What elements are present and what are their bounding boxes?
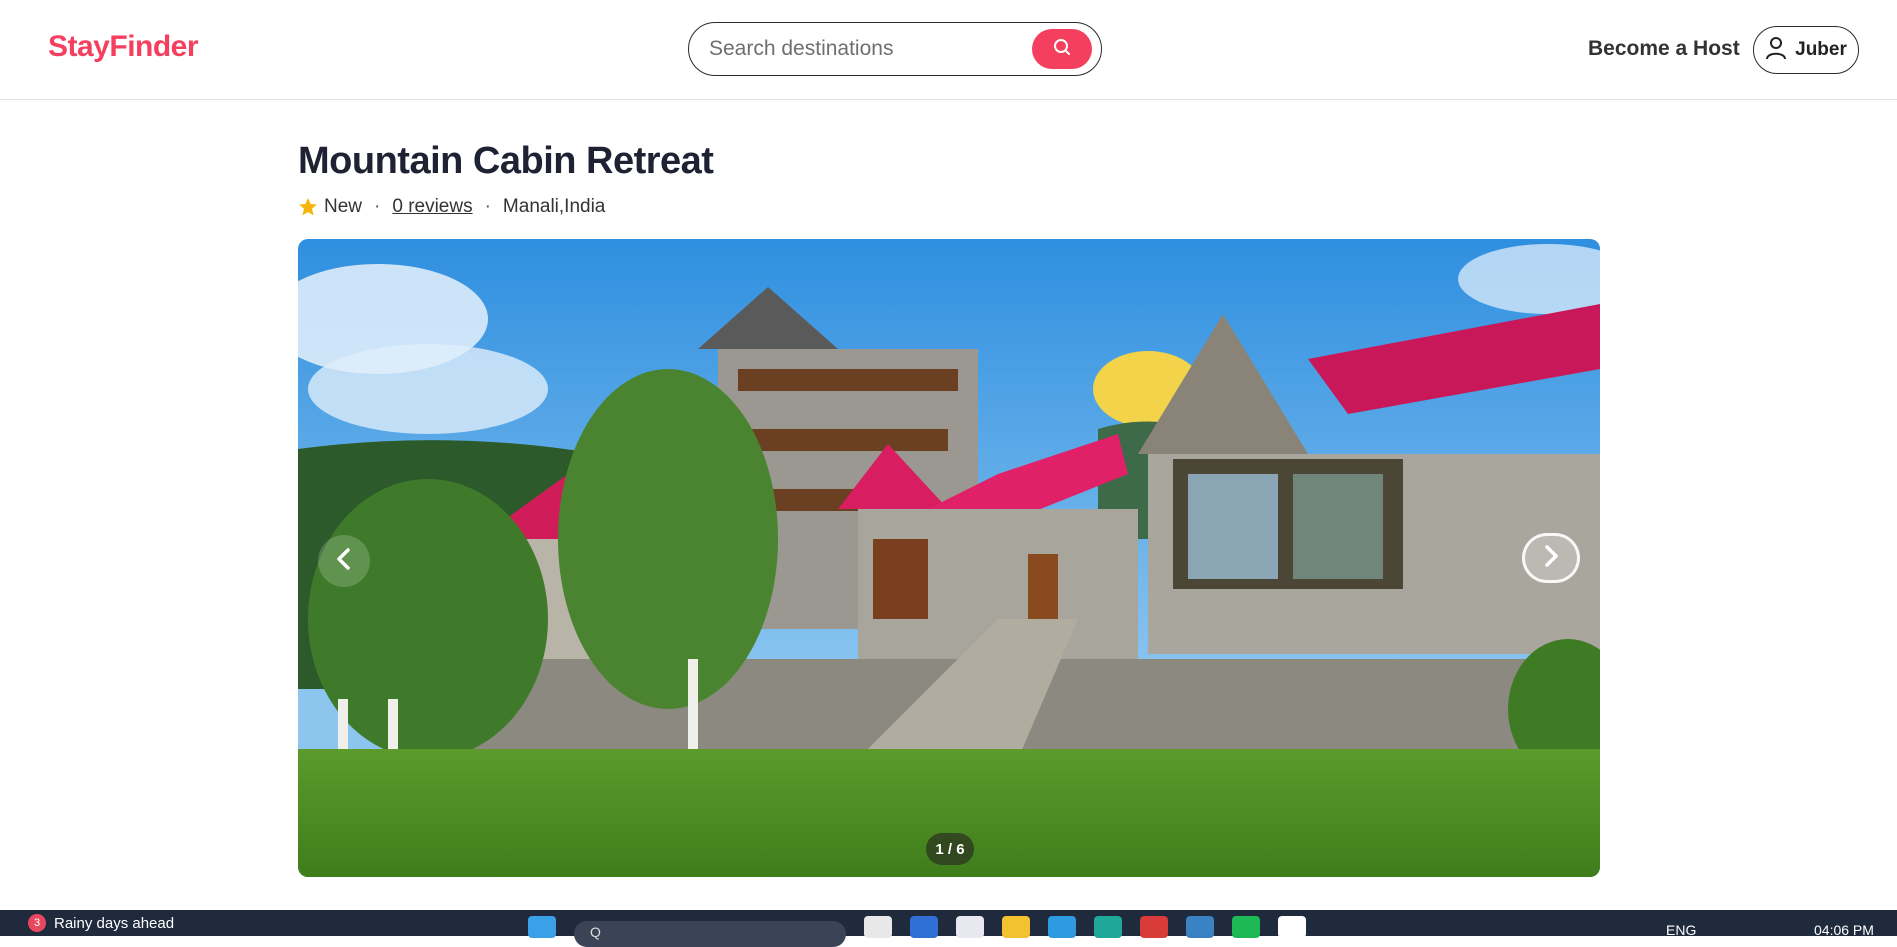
search-input[interactable] <box>709 23 1009 74</box>
weather-widget[interactable]: 3 Rainy days ahead <box>28 914 174 932</box>
search-button[interactable] <box>1032 29 1092 69</box>
folder-icon[interactable] <box>1002 916 1030 938</box>
previous-photo-button[interactable] <box>318 535 370 587</box>
reviews-link[interactable]: 0 reviews <box>392 196 472 218</box>
separator: · <box>484 196 491 217</box>
user-icon <box>1765 36 1787 65</box>
next-photo-button[interactable] <box>1522 533 1580 583</box>
user-menu-button[interactable]: Juber <box>1753 26 1859 74</box>
browser-icon[interactable] <box>1048 916 1076 938</box>
listing-meta: New · 0 reviews · Manali,India <box>298 196 605 218</box>
chevron-left-icon <box>334 547 354 576</box>
photo-counter: 1 / 6 <box>926 833 974 865</box>
app-icon[interactable] <box>864 916 892 938</box>
listing-title: Mountain Cabin Retreat <box>298 140 714 182</box>
listing-photo <box>298 239 1600 877</box>
taskbar-search[interactable]: Q <box>574 921 846 947</box>
weather-text: Rainy days ahead <box>54 914 175 932</box>
top-navbar: StayFinder Become a Host Juber <box>0 0 1897 100</box>
become-host-link[interactable]: Become a Host <box>1588 37 1740 61</box>
taskbar-apps: Q <box>528 910 1306 947</box>
app-icon[interactable] <box>1278 916 1306 938</box>
chrome-icon[interactable] <box>1140 916 1168 938</box>
star-icon <box>298 197 318 217</box>
os-taskbar: 3 Rainy days ahead Q ENG 04:06 PM <box>0 910 1897 947</box>
search-icon <box>1052 37 1072 62</box>
rating-label: New <box>324 196 363 217</box>
start-icon[interactable] <box>528 916 556 938</box>
logo[interactable]: StayFinder <box>48 30 199 64</box>
separator: · <box>374 196 381 217</box>
user-name: Juber <box>1795 39 1847 60</box>
app-icon[interactable] <box>1094 916 1122 938</box>
taskbar-search-text: Q <box>590 924 601 940</box>
location: Manali,India <box>502 196 606 217</box>
search-bar <box>688 22 1102 76</box>
app-icon[interactable] <box>910 916 938 938</box>
app-icon[interactable] <box>956 916 984 938</box>
spotify-icon[interactable] <box>1232 916 1260 938</box>
chevron-right-icon <box>1541 544 1561 573</box>
app-icon[interactable] <box>1186 916 1214 938</box>
photo-gallery: 1 / 6 <box>298 239 1600 877</box>
weather-badge: 3 <box>28 914 46 932</box>
